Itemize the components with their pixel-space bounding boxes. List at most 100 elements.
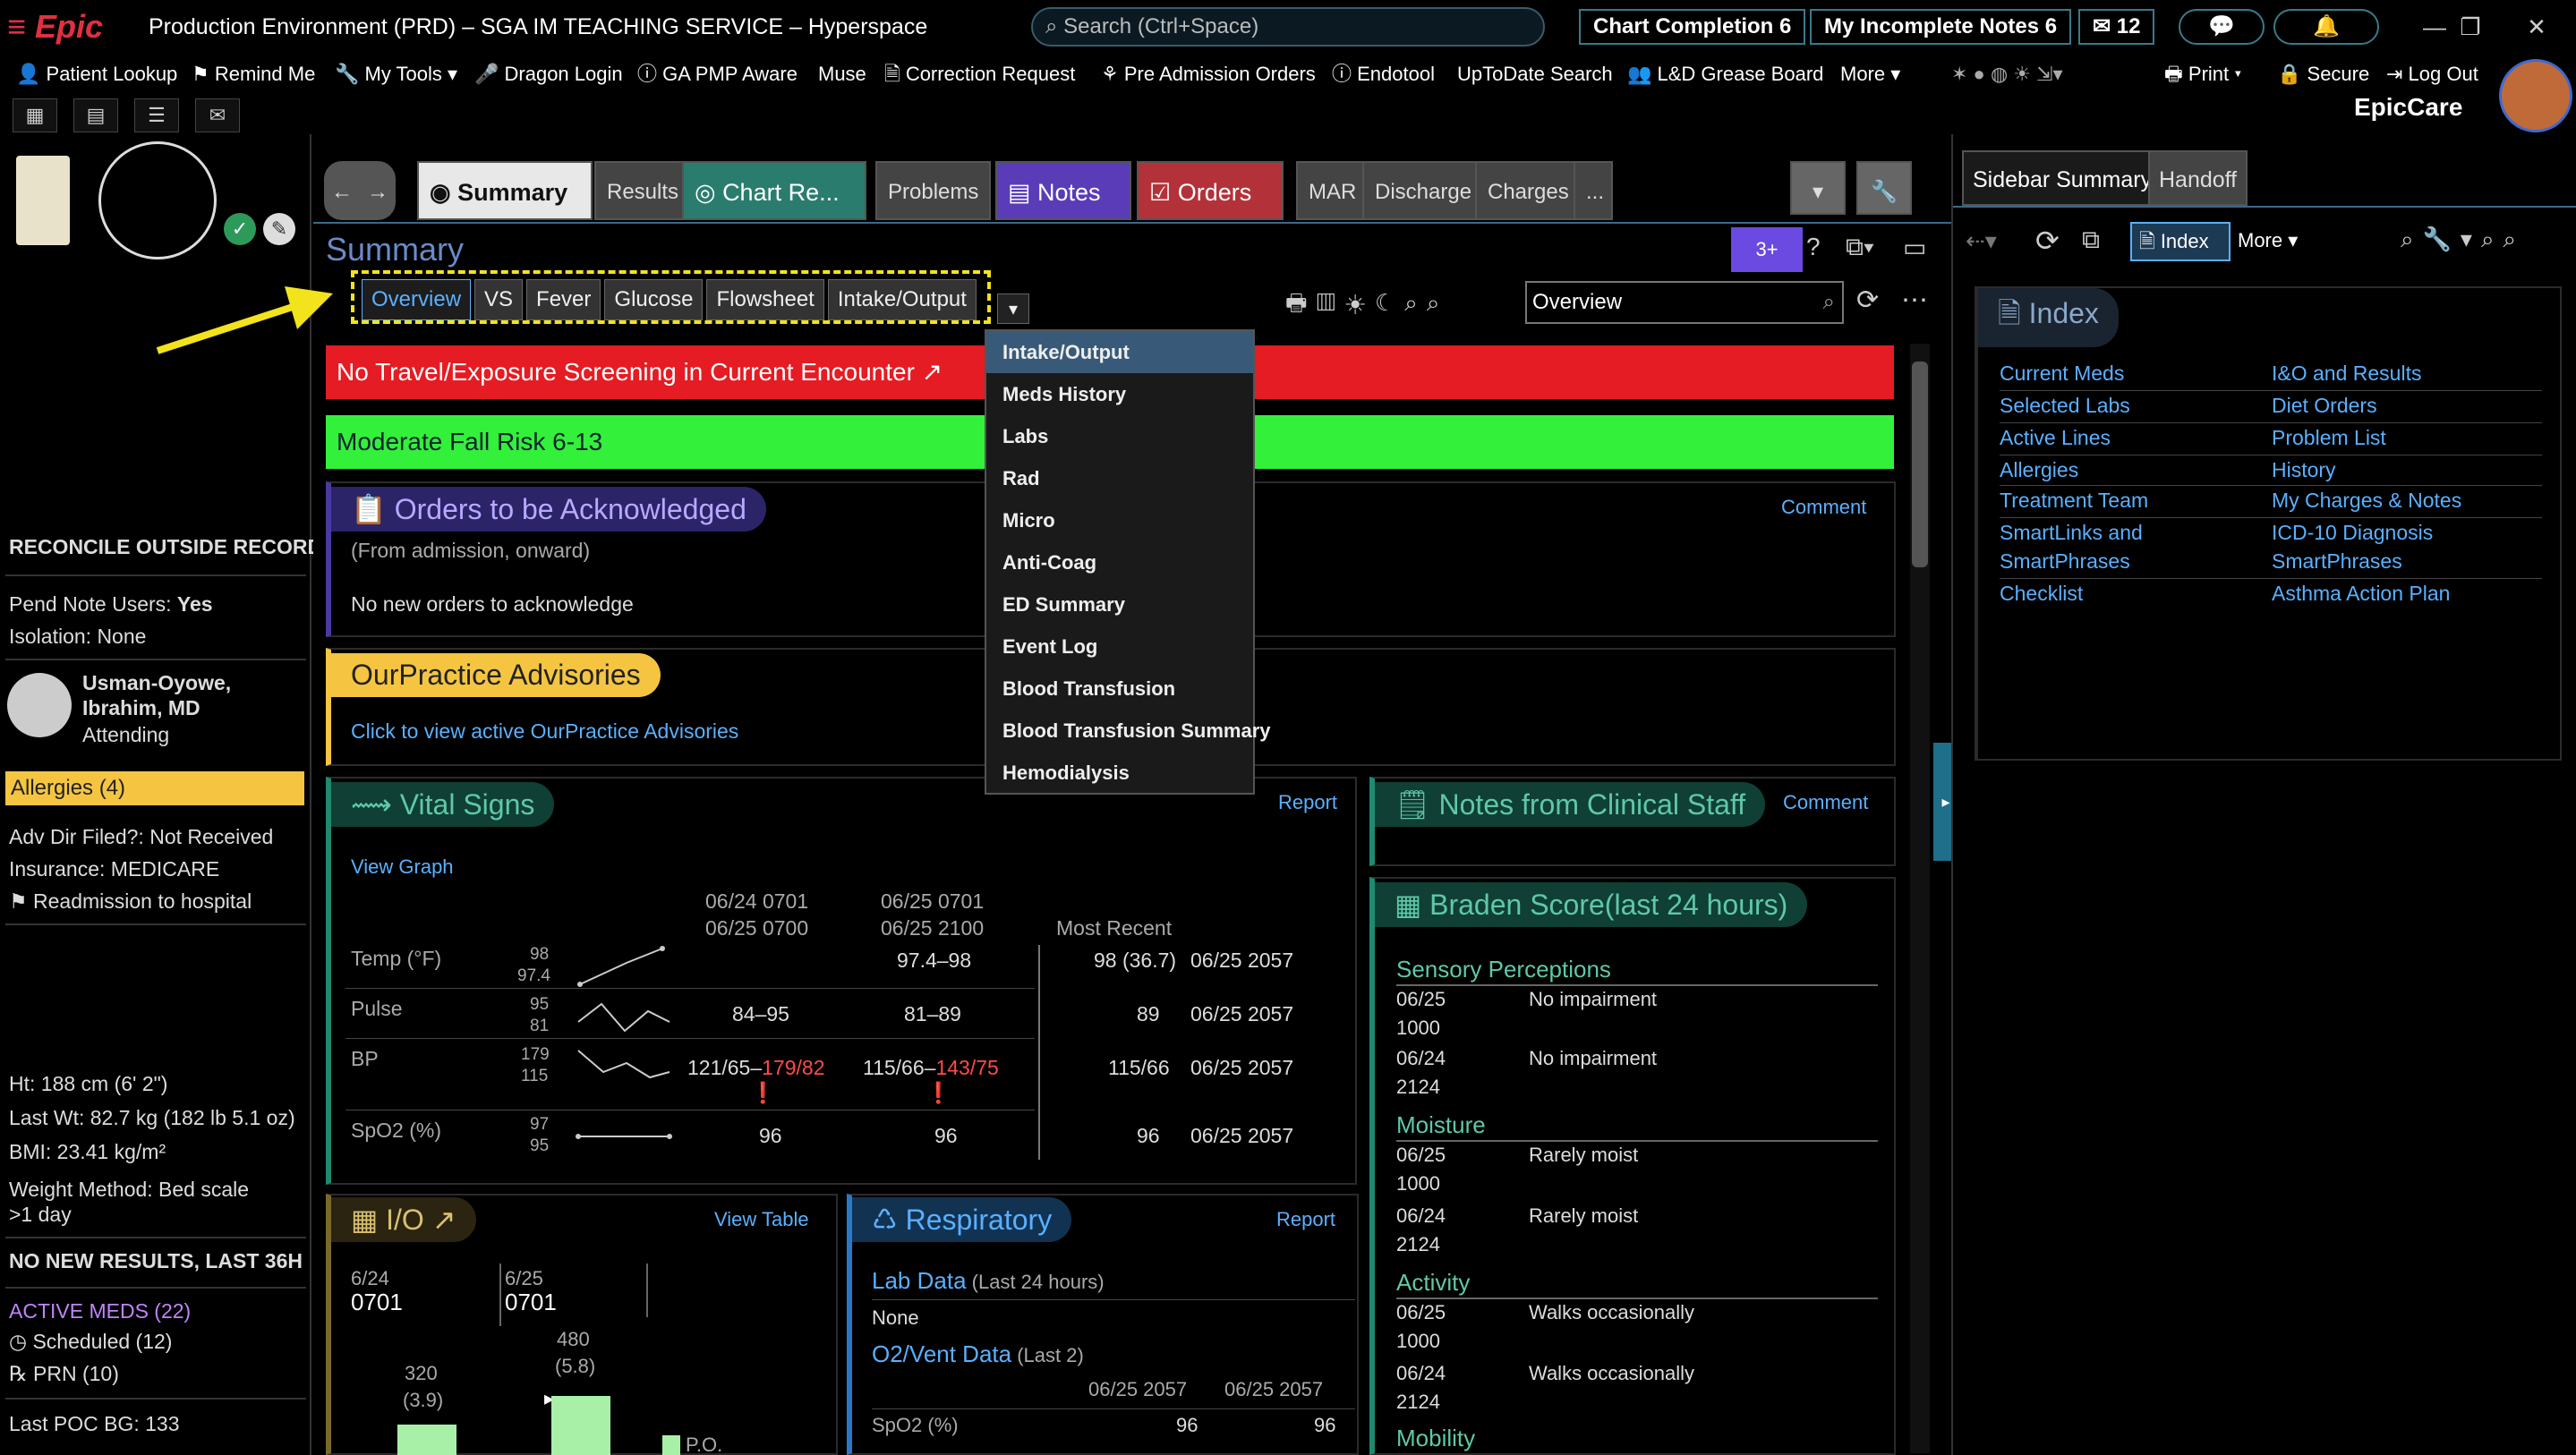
more-menu[interactable]: More ▾ [2238, 229, 2298, 252]
o2-vent-heading[interactable]: O2/Vent Data (Last 2) [872, 1340, 1084, 1368]
index-link-treatment-team[interactable]: Treatment Team [2000, 489, 2148, 513]
menu-item-rad[interactable]: Rad [986, 457, 1253, 499]
menu-item-event-log[interactable]: Event Log [986, 625, 1253, 668]
report-tab-vs[interactable]: VS [474, 279, 524, 320]
io-view-table-link[interactable]: View Table [714, 1208, 809, 1231]
logout-button[interactable]: ⇥ Log Out [2386, 61, 2478, 88]
report-tab-glucose[interactable]: Glucose [604, 279, 704, 320]
toolbar-item-ga-pmp[interactable]: ⓘ GA PMP Aware [637, 61, 798, 88]
menu-item-ed-summary[interactable]: ED Summary [986, 583, 1253, 625]
print-button[interactable]: 🖶 Print ▾ [2164, 61, 2241, 88]
scheduled-meds[interactable]: ◷ Scheduled (12) [9, 1330, 172, 1354]
io-bar-1[interactable] [397, 1425, 456, 1455]
io-bar-2[interactable] [551, 1396, 610, 1455]
tab-handoff[interactable]: Handoff [2148, 150, 2248, 206]
toolbar-item-ld-grease-board[interactable]: 👥 L&D Grease Board [1627, 61, 1823, 88]
toolbar-item-remind-me[interactable]: ⚑ Remind Me [192, 61, 315, 88]
menu-item-blood-transfusion-summary[interactable]: Blood Transfusion Summary [986, 710, 1271, 752]
help-icon[interactable]: ? [1806, 233, 1821, 261]
tab-charges[interactable]: Charges [1475, 161, 1582, 220]
list-icon[interactable]: ☰ [134, 98, 179, 132]
attending-name-2[interactable]: Ibrahim, MD [82, 696, 200, 720]
menu-item-micro[interactable]: Micro [986, 499, 1253, 541]
index-link-allergies[interactable]: Allergies [2000, 458, 2078, 482]
index-link-smartphrases-right[interactable]: SmartPhrases [2272, 549, 2402, 574]
view-graph-link[interactable]: View Graph [351, 855, 454, 879]
inbox-tray-icon[interactable]: ✉ [195, 98, 240, 132]
sidebar-tool-icons[interactable]: ⌕🔧▾⌕⌕ [2401, 225, 2525, 254]
toolbar-item-correction-request[interactable]: 🗎 Correction Request [884, 61, 1075, 88]
toolbar-item-patient-lookup[interactable]: 👤 Patient Lookup [16, 61, 177, 88]
attending-name-1[interactable]: Usman-Oyowe, [82, 671, 231, 695]
toolbar-extra-icons[interactable]: ✶ ● ◍ ☀ ⇲▾ [1951, 61, 2063, 88]
refresh-icon[interactable]: ⟳ [1856, 285, 1879, 316]
tab-orders[interactable]: ☑ Orders [1137, 161, 1284, 220]
secure-button[interactable]: 🔒 Secure [2277, 61, 2369, 88]
toolbar-item-muse[interactable]: Muse [818, 61, 866, 88]
layout-icon[interactable]: ⧉▾ [1846, 233, 1874, 262]
tab-notes[interactable]: ▤ Notes [995, 161, 1131, 220]
tab-summary[interactable]: ◉ Summary [417, 161, 593, 220]
chevron-down-icon[interactable]: ▾ [1790, 161, 1846, 215]
wrench-icon[interactable]: 🔧 [1856, 161, 1912, 215]
index-button[interactable]: 🗎 Index [2130, 222, 2231, 261]
forward-button[interactable]: → [360, 161, 396, 220]
orders-ack-comment-link[interactable]: Comment [1781, 496, 1866, 519]
index-link-history[interactable]: History [2272, 458, 2336, 482]
index-link-asthma-plan[interactable]: Asthma Action Plan [2272, 582, 2450, 606]
search-input[interactable]: ⌕ Search (Ctrl+Space) [1031, 7, 1545, 47]
toolbar-item-uptodate[interactable]: UpToDate Search [1457, 61, 1613, 88]
allergies-banner[interactable]: Allergies (4) [5, 771, 304, 805]
back-button[interactable]: ← [324, 161, 360, 220]
index-link-current-meds[interactable]: Current Meds [2000, 362, 2124, 386]
report-tool-icons[interactable]: 🖶▥☀☾⌕⌕ [1285, 286, 1448, 326]
report-tab-overview[interactable]: Overview [362, 279, 472, 320]
advisories-link[interactable]: Click to view active OurPractice Advisor… [351, 719, 738, 744]
active-meds[interactable]: ACTIVE MEDS (22) [9, 1299, 191, 1323]
index-link-smartphrases-left[interactable]: SmartPhrases [2000, 549, 2130, 574]
chart-completion-button[interactable]: Chart Completion 6 [1579, 9, 1806, 45]
checkmark-icon[interactable]: ✓ [224, 213, 256, 245]
patient-avatar-circle[interactable] [98, 141, 217, 260]
epic-menu-button[interactable]: ≡ Epic [7, 7, 140, 47]
tab-more[interactable]: ... [1574, 161, 1613, 220]
menu-item-anti-coag[interactable]: Anti-Coag [986, 541, 1253, 583]
inbox-button[interactable]: ✉ 12 [2078, 9, 2155, 45]
menu-item-hemodialysis[interactable]: Hemodialysis [986, 752, 1253, 794]
index-link-io-results[interactable]: I&O and Results [2272, 362, 2421, 386]
user-avatar[interactable] [2499, 59, 2572, 132]
menu-item-meds-history[interactable]: Meds History [986, 373, 1253, 415]
index-link-icd10[interactable]: ICD-10 Diagnosis [2272, 521, 2433, 545]
report-select-input[interactable]: Overview ⌕ [1525, 281, 1844, 324]
close-button[interactable]: ✕ [2510, 9, 2563, 45]
index-link-checklist[interactable]: Checklist [2000, 582, 2083, 606]
menu-item-intake-output[interactable]: Intake/Output [986, 331, 1253, 373]
prn-meds[interactable]: ℞ PRN (10) [9, 1362, 119, 1386]
tab-discharge[interactable]: Discharge [1362, 161, 1485, 220]
menu-item-labs[interactable]: Labs [986, 415, 1253, 457]
menu-item-blood-transfusion[interactable]: Blood Transfusion [986, 668, 1253, 710]
report-tabs-dropdown-button[interactable]: ▾ [997, 294, 1029, 324]
restore-button[interactable]: ❐ [2444, 9, 2497, 45]
report-tab-fever[interactable]: Fever [526, 279, 601, 320]
notification-badge[interactable]: 3+ [1731, 227, 1803, 272]
scrollbar-thumb[interactable] [1912, 362, 1928, 567]
respiratory-report-link[interactable]: Report [1276, 1208, 1335, 1231]
toolbar-item-dragon-login[interactable]: 🎤 Dragon Login [474, 61, 623, 88]
index-link-selected-labs[interactable]: Selected Labs [2000, 394, 2130, 418]
incomplete-notes-button[interactable]: My Incomplete Notes 6 [1810, 9, 2072, 45]
tab-results[interactable]: Results [594, 161, 692, 220]
back-arrow-icon[interactable]: ⇠▾ [1966, 227, 1997, 255]
chat-button[interactable]: 💬 [2179, 9, 2265, 45]
tab-mar[interactable]: MAR [1296, 161, 1369, 220]
toolbar-item-endotool[interactable]: ⓘ Endotool [1332, 61, 1435, 88]
lab-data-heading[interactable]: Lab Data (Last 24 hours) [872, 1267, 1105, 1295]
main-scrollbar[interactable] [1910, 344, 1930, 1453]
edit-icon[interactable]: ✎ [263, 213, 295, 245]
index-link-diet-orders[interactable]: Diet Orders [2272, 394, 2377, 418]
calendar-icon[interactable]: ▦ [13, 98, 57, 132]
tab-problems[interactable]: Problems [875, 161, 992, 220]
toolbar-item-pre-admission[interactable]: ⚘ Pre Admission Orders [1101, 61, 1316, 88]
window-icon[interactable]: ▭ [1903, 233, 1926, 262]
refresh-icon[interactable]: ⟳ [2035, 224, 2060, 258]
